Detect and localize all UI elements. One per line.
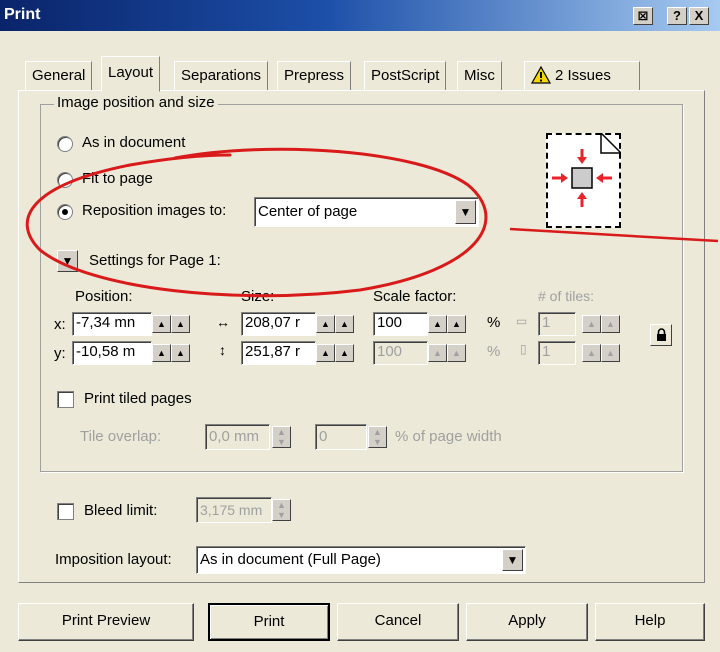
tile-percent-label: % of page width (395, 428, 502, 445)
page-preview-icon (546, 133, 621, 228)
tab-layout[interactable]: Layout (101, 56, 161, 92)
height-spin-up[interactable]: ▲ (316, 344, 335, 362)
y-position-input[interactable]: -10,58 m (72, 341, 152, 365)
settings-expand-button[interactable]: ▼ (57, 250, 78, 272)
warning-icon (531, 66, 551, 84)
bleed-limit-checkbox[interactable] (57, 503, 74, 520)
group-label: Image position and size (54, 94, 218, 111)
scale-y-spin-down: ▲ (447, 344, 466, 362)
lock-button[interactable] (650, 324, 672, 346)
print-tiled-pages-label: Print tiled pages (84, 390, 192, 407)
tiles-y-spin-up: ▲ (582, 344, 601, 362)
context-help-button[interactable]: ⊠ (633, 7, 653, 25)
tiles-horizontal-icon: ▭ (516, 314, 528, 328)
scale-x-percent: % (487, 314, 501, 331)
y-label: y: (54, 345, 66, 362)
scale-x-spin-down[interactable]: ▲ (447, 315, 466, 333)
tab-general[interactable]: General (25, 61, 93, 91)
tiles-y-input: 1 (538, 341, 576, 365)
x-position-input[interactable]: -7,34 mn (72, 312, 152, 336)
tiles-x-input: 1 (538, 312, 576, 336)
bleed-limit-label: Bleed limit: (84, 502, 158, 519)
print-tiled-pages-checkbox[interactable] (57, 391, 74, 408)
bleed-limit-input: 3,175 mm (196, 497, 272, 523)
y-spin-up[interactable]: ▲ (152, 344, 171, 362)
reposition-select[interactable]: Center of page (254, 197, 479, 227)
tile-percent-spinner: ▲ ▼ (368, 426, 387, 448)
chevron-down-icon: ▼ (459, 205, 472, 219)
reposition-dropdown-button[interactable]: ▼ (455, 200, 476, 224)
radio-reposition-label: Reposition images to: (82, 202, 227, 219)
radio-as-in-document-label: As in document (82, 134, 186, 151)
size-label: Size: (241, 288, 275, 305)
height-input[interactable]: 251,87 r (241, 341, 316, 365)
tab-postscript[interactable]: PostScript (364, 61, 447, 91)
window-title: Print (4, 6, 41, 23)
tile-overlap-spinner: ▲ ▼ (272, 426, 291, 448)
print-button[interactable]: Print (208, 603, 330, 641)
width-input[interactable]: 208,07 r (241, 312, 316, 336)
x-spin-up[interactable]: ▲ (152, 315, 171, 333)
cancel-button[interactable]: Cancel (337, 603, 459, 641)
x-label: x: (54, 316, 66, 333)
imposition-layout-select[interactable]: As in document (Full Page) (196, 546, 526, 574)
radio-fit-to-page-label: Fit to page (82, 170, 153, 187)
imposition-layout-label: Imposition layout: (55, 551, 172, 568)
tiles-x-spin-up: ▲ (582, 315, 601, 333)
tab-separations[interactable]: Separations (174, 61, 269, 91)
tiles-label: # of tiles: (538, 288, 595, 304)
print-preview-button[interactable]: Print Preview (18, 603, 194, 641)
imposition-dropdown-button[interactable]: ▼ (502, 549, 523, 571)
lock-icon (657, 328, 666, 341)
radio-reposition[interactable] (57, 204, 73, 220)
width-spin-down[interactable]: ▲ (335, 315, 354, 333)
height-spin-down[interactable]: ▲ (335, 344, 354, 362)
scale-y-spin-up: ▲ (428, 344, 447, 362)
tile-overlap-input: 0,0 mm (205, 424, 270, 450)
scale-x-spin-up[interactable]: ▲ (428, 315, 447, 333)
tab-issues[interactable]: 2 Issues (524, 61, 640, 91)
close-button[interactable]: X (689, 7, 709, 25)
tiles-y-spin-down: ▲ (601, 344, 620, 362)
help-button[interactable]: Help (595, 603, 705, 641)
width-arrows-icon: ↔ (216, 314, 230, 330)
tab-issues-label: 2 Issues (555, 67, 611, 84)
tile-percent-input: 0 (315, 424, 367, 450)
scale-y-input: 100 (373, 341, 428, 365)
tiles-x-spin-down: ▲ (601, 315, 620, 333)
scale-x-input[interactable]: 100 (373, 312, 428, 336)
y-spin-down[interactable]: ▲ (171, 344, 190, 362)
scale-factor-label: Scale factor: (373, 288, 457, 305)
chevron-down-icon: ▼ (506, 553, 519, 567)
radio-fit-to-page[interactable] (57, 172, 73, 188)
title-bar: Print ⊠ ? X (0, 0, 720, 31)
scale-y-percent: % (487, 343, 501, 360)
tab-misc[interactable]: Misc (457, 61, 502, 91)
bleed-limit-spinner: ▲ ▼ (272, 499, 291, 521)
settings-for-page-label: Settings for Page 1: (89, 252, 221, 269)
width-spin-up[interactable]: ▲ (316, 315, 335, 333)
chevron-down-icon: ▼ (61, 254, 74, 268)
tab-prepress[interactable]: Prepress (277, 61, 352, 91)
apply-button[interactable]: Apply (466, 603, 588, 641)
tiles-vertical-icon: ▯ (520, 342, 527, 356)
x-spin-down[interactable]: ▲ (171, 315, 190, 333)
help-title-button[interactable]: ? (667, 7, 687, 25)
radio-as-in-document[interactable] (57, 136, 73, 152)
position-label: Position: (75, 288, 133, 305)
height-arrows-icon: ↕ (219, 342, 226, 358)
tile-overlap-label: Tile overlap: (80, 428, 162, 445)
